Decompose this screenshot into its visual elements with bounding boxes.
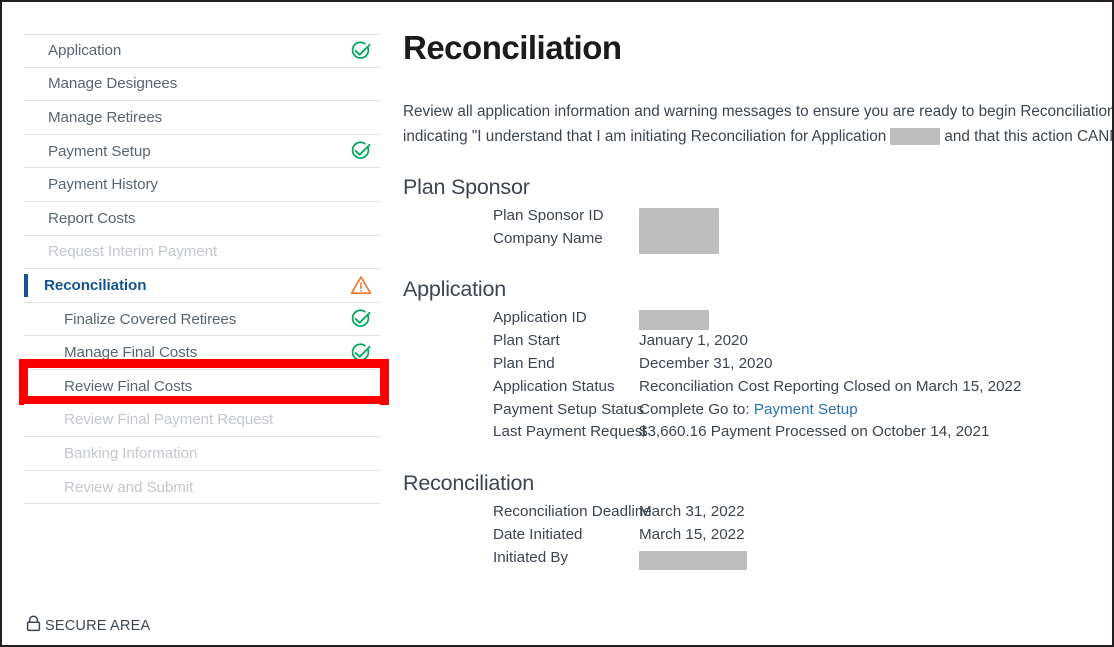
sidebar-item-manage-final-costs[interactable]: Manage Final Costs [24,336,380,370]
sidebar-item-finalize-covered-retirees[interactable]: Finalize Covered Retirees [24,303,380,337]
field-value: March 31, 2022 [639,503,745,520]
field-row: Reconciliation DeadlineMarch 31, 2022 [403,503,1112,526]
field-label: Plan End [403,355,639,372]
field-row: Date InitiatedMarch 15, 2022 [403,526,1112,549]
sidebar-item-review-and-submit: Review and Submit [24,471,380,505]
sidebar-item-label: Manage Designees [24,75,177,92]
sidebar-item-report-costs[interactable]: Report Costs [24,202,380,236]
sidebar-navigation: Application Manage Designees Manage Retire… [24,34,380,504]
sidebar-item-label: Review Final Payment Request [24,411,273,428]
sidebar-item-label: Review and Submit [24,479,193,496]
field-label: Last Payment Request [403,423,639,440]
field-label: Plan Start [403,332,639,349]
section-application: Application Application ID Plan StartJanua… [403,277,1112,446]
field-value: December 31, 2020 [639,355,772,372]
field-row: Last Payment Request$3,660.16 Payment Pr… [403,423,1112,446]
field-value: Reconciliation Cost Reporting Closed on … [639,378,1021,395]
sidebar-item-label: Review Final Costs [24,378,192,395]
intro-line-2-before: indicating "I understand that I am initi… [403,128,886,145]
secure-area-label: SECURE AREA [45,618,150,634]
field-row: Payment Setup StatusComplete Go to: Paym… [403,401,1112,424]
field-row: Company Name [403,230,1112,253]
section-title: Reconciliation [403,471,1112,496]
intro-line-2-after: and that this action CANNOT be [944,128,1112,145]
sidebar-item-review-final-costs[interactable]: Review Final Costs [24,370,380,404]
field-value [639,207,719,254]
redacted-value [639,551,747,570]
sidebar-item-label: Payment Setup [24,143,151,160]
field-value: March 15, 2022 [639,526,745,543]
sidebar-item-label: Manage Final Costs [24,344,197,361]
field-value [639,549,747,570]
section-reconciliation: Reconciliation Reconciliation DeadlineMar… [403,471,1112,571]
sidebar-item-payment-setup[interactable]: Payment Setup [24,135,380,169]
sidebar-item-review-final-payment-request: Review Final Payment Request [24,404,380,438]
sidebar-item-label: Manage Retirees [24,109,162,126]
field-value-text: Complete Go to: [639,401,754,418]
redacted-application-id-inline [890,128,940,145]
sidebar-item-manage-retirees[interactable]: Manage Retirees [24,101,380,135]
detail-sections: Plan Sponsor Plan Sponsor ID Company Name A… [403,175,1112,572]
field-label: Plan Sponsor ID [403,207,639,224]
main-content: Reconciliation Review all application in… [403,28,1112,645]
sidebar-item-payment-history[interactable]: Payment History [24,168,380,202]
field-row: Plan StartJanuary 1, 2020 [403,332,1112,355]
field-value [639,309,709,330]
sidebar-item-label: Payment History [24,176,158,193]
sidebar-item-reconciliation[interactable]: Reconciliation [24,269,380,303]
field-row: Plan Sponsor ID [403,207,1112,230]
redacted-value [639,208,719,254]
field-label: Application ID [403,309,639,326]
field-label: Application Status [403,378,639,395]
complete-check-icon [350,342,372,364]
field-row: Application StatusReconciliation Cost Re… [403,378,1112,401]
sidebar-item-label: Report Costs [24,210,135,227]
intro-line-2: indicating "I understand that I am initi… [403,125,1112,150]
sidebar-item-label: Request Interim Payment [24,243,217,260]
field-label: Payment Setup Status [403,401,639,418]
section-plan-sponsor: Plan Sponsor Plan Sponsor ID Company Name [403,175,1112,253]
complete-check-icon [350,140,372,162]
complete-check-icon [350,40,372,62]
redacted-value [639,310,709,330]
sidebar-item-manage-designees[interactable]: Manage Designees [24,68,380,102]
secure-area-footer: SECURE AREA [26,615,150,637]
field-value: Complete Go to: Payment Setup [639,401,858,418]
sidebar-item-label: Finalize Covered Retirees [24,311,236,328]
payment-setup-link[interactable]: Payment Setup [754,401,858,418]
field-label: Initiated By [403,549,639,566]
sidebar-item-label: Application [24,42,121,59]
field-value: January 1, 2020 [639,332,748,349]
lock-icon [26,615,41,637]
field-value: $3,660.16 Payment Processed on October 1… [639,423,989,440]
application-window: Application Manage Designees Manage Retire… [0,0,1114,647]
page-title: Reconciliation [403,28,1112,68]
sidebar-item-label: Banking Information [24,445,197,462]
section-title: Application [403,277,1112,302]
sidebar-item-application[interactable]: Application [24,34,380,68]
field-label: Reconciliation Deadline [403,503,639,520]
section-title: Plan Sponsor [403,175,1112,200]
intro-paragraph: Review all application information and w… [403,100,1112,150]
complete-check-icon [350,308,372,330]
field-row: Plan EndDecember 31, 2020 [403,355,1112,378]
field-label: Date Initiated [403,526,639,543]
field-row: Application ID [403,309,1112,332]
active-indicator-bar [24,274,28,297]
intro-line-1: Review all application information and w… [403,100,1112,125]
sidebar-item-label: Reconciliation [24,277,146,294]
warning-triangle-icon [350,274,372,296]
field-label: Company Name [403,230,639,247]
sidebar-item-request-interim-payment: Request Interim Payment [24,236,380,270]
sidebar-item-banking-information: Banking Information [24,437,380,471]
field-row: Initiated By [403,549,1112,572]
